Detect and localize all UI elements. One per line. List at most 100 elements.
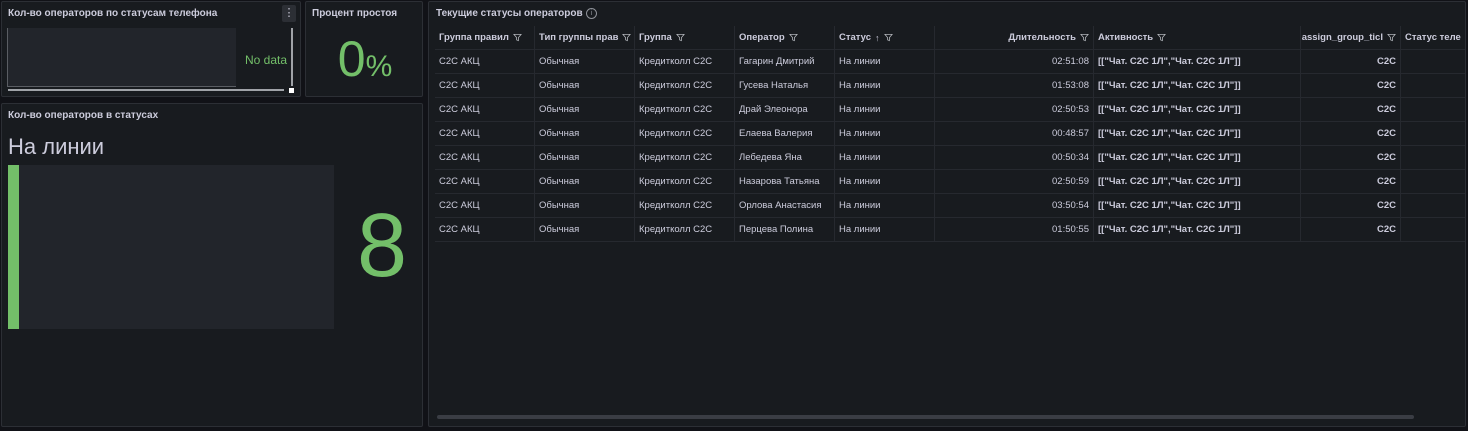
table-row[interactable]: С2С АКЦ Обычная Кредитколл С2С Орлова Анаст…	[435, 194, 1465, 218]
panel-status-count: Кол-во операторов в статусах На линии 8	[1, 103, 423, 427]
table-row[interactable]: С2С АКЦ Обычная Кредитколл С2С Лебедева Яна…	[435, 146, 1465, 170]
info-icon[interactable]: i	[586, 8, 597, 19]
table-cell	[1401, 218, 1465, 241]
column-header-label: Статус	[839, 32, 872, 43]
column-header[interactable]: Тип группы прав	[535, 26, 635, 49]
table-cell: С2С	[1301, 74, 1401, 97]
table-cell: Гагарин Дмитрий	[735, 50, 835, 73]
column-header-label: assign_group_ticl	[1301, 32, 1383, 43]
panel-title: Текущие статусы операторов	[436, 8, 583, 19]
table-row[interactable]: С2С АКЦ Обычная Кредитколл С2С Перцева Поли…	[435, 218, 1465, 242]
table-cell: На линии	[835, 122, 935, 145]
idle-percent-value: 0%	[306, 30, 424, 88]
column-header-label: Тип группы прав	[539, 32, 619, 43]
table-cell: Обычная	[535, 74, 635, 97]
table-row[interactable]: С2С АКЦ Обычная Кредитколл С2С Гагарин Дмит…	[435, 50, 1465, 74]
table-cell: 01:50:55	[935, 218, 1094, 241]
table-cell: Кредитколл С2С	[635, 170, 735, 193]
column-header-label: Длительность	[1008, 32, 1076, 43]
column-header[interactable]: Активность	[1094, 26, 1301, 49]
table-cell: На линии	[835, 218, 935, 241]
panel-operator-statuses: Текущие статусы операторов i Группа прав…	[428, 1, 1466, 427]
table-cell: На линии	[835, 146, 935, 169]
table-row[interactable]: С2С АКЦ Обычная Кредитколл С2С Елаева Валер…	[435, 122, 1465, 146]
column-header[interactable]: Статус ↑	[835, 26, 935, 49]
table-cell	[1401, 74, 1465, 97]
sort-asc-icon[interactable]: ↑	[875, 33, 880, 43]
filter-icon[interactable]	[883, 33, 893, 42]
idle-value-number: 0	[337, 31, 366, 87]
table-cell: На линии	[835, 170, 935, 193]
table-cell: Гусева Наталья	[735, 74, 835, 97]
table-cell: С2С	[1301, 146, 1401, 169]
vertical-dots-icon[interactable]: ⋮	[282, 5, 296, 22]
table-header: Группа правил Тип группы прав Группа Операт…	[435, 26, 1465, 50]
table-cell: Драй Элеонора	[735, 98, 835, 121]
table-cell: [["Чат. С2С 1Л","Чат. С2С 1Л"]]	[1094, 194, 1301, 217]
empty-plot-area	[7, 28, 236, 87]
table-cell: [["Чат. С2С 1Л","Чат. С2С 1Л"]]	[1094, 50, 1301, 73]
column-header[interactable]: Оператор	[735, 26, 835, 49]
filter-icon[interactable]	[1157, 33, 1167, 42]
column-header[interactable]: Группа правил	[435, 26, 535, 49]
column-header[interactable]: assign_group_ticl	[1301, 26, 1401, 49]
table-cell: Елаева Валерия	[735, 122, 835, 145]
table-cell: Обычная	[535, 122, 635, 145]
table-cell: 02:50:53	[935, 98, 1094, 121]
table-cell: С2С	[1301, 194, 1401, 217]
filter-icon[interactable]	[788, 33, 798, 42]
table-cell: С2С АКЦ	[435, 170, 535, 193]
column-header[interactable]: Группа	[635, 26, 735, 49]
table-row[interactable]: С2С АКЦ Обычная Кредитколл С2С Назарова Тат…	[435, 170, 1465, 194]
table-cell: 00:48:57	[935, 122, 1094, 145]
table-cell: Кредитколл С2С	[635, 146, 735, 169]
horizontal-scrollbar[interactable]	[8, 89, 284, 91]
operators-table: Группа правил Тип группы прав Группа Операт…	[435, 26, 1465, 242]
filter-icon[interactable]	[675, 33, 685, 42]
table-cell: С2С АКЦ	[435, 122, 535, 145]
table-cell: На линии	[835, 98, 935, 121]
status-name: На линии	[8, 134, 105, 159]
status-count-value: 8	[356, 196, 408, 296]
filter-icon[interactable]	[1387, 33, 1396, 42]
filter-icon[interactable]	[1080, 33, 1089, 42]
table-cell: Обычная	[535, 50, 635, 73]
table-cell: [["Чат. С2С 1Л","Чат. С2С 1Л"]]	[1094, 74, 1301, 97]
resize-handle[interactable]	[289, 88, 294, 93]
filter-icon[interactable]	[622, 33, 632, 42]
table-cell: Обычная	[535, 146, 635, 169]
table-cell: Кредитколл С2С	[635, 98, 735, 121]
column-header-label: Группа	[639, 32, 672, 43]
table-cell: С2С АКЦ	[435, 194, 535, 217]
panel-phone-status: Кол-во операторов по статусам телефона ⋮…	[1, 1, 301, 97]
table-cell: На линии	[835, 74, 935, 97]
table-cell: [["Чат. С2С 1Л","Чат. С2С 1Л"]]	[1094, 122, 1301, 145]
table-cell: С2С	[1301, 50, 1401, 73]
table-cell	[1401, 98, 1465, 121]
table-cell: Обычная	[535, 218, 635, 241]
no-data-label: No data	[245, 53, 288, 67]
column-header[interactable]: Длительность	[935, 26, 1094, 49]
status-bar-track	[8, 165, 334, 329]
table-row[interactable]: С2С АКЦ Обычная Кредитколл С2С Гусева Натал…	[435, 74, 1465, 98]
table-cell: С2С	[1301, 218, 1401, 241]
table-cell: Кредитколл С2С	[635, 74, 735, 97]
vertical-scrollbar[interactable]	[291, 28, 293, 86]
table-cell	[1401, 146, 1465, 169]
filter-icon[interactable]	[512, 33, 522, 42]
table-row[interactable]: С2С АКЦ Обычная Кредитколл С2С Драй Элеонор…	[435, 98, 1465, 122]
table-cell: С2С	[1301, 170, 1401, 193]
table-cell: Орлова Анастасия	[735, 194, 835, 217]
table-cell: С2С	[1301, 122, 1401, 145]
table-cell: С2С АКЦ	[435, 74, 535, 97]
table-horizontal-scrollbar[interactable]	[437, 415, 1414, 419]
column-header-label: Статус теле	[1405, 32, 1461, 43]
table-cell: С2С АКЦ	[435, 218, 535, 241]
table-cell	[1401, 122, 1465, 145]
table-body: С2С АКЦ Обычная Кредитколл С2С Гагарин Дмит…	[435, 50, 1465, 242]
column-header[interactable]: Статус теле	[1401, 26, 1465, 49]
table-cell	[1401, 194, 1465, 217]
table-cell: Лебедева Яна	[735, 146, 835, 169]
table-cell	[1401, 170, 1465, 193]
table-cell: С2С АКЦ	[435, 98, 535, 121]
